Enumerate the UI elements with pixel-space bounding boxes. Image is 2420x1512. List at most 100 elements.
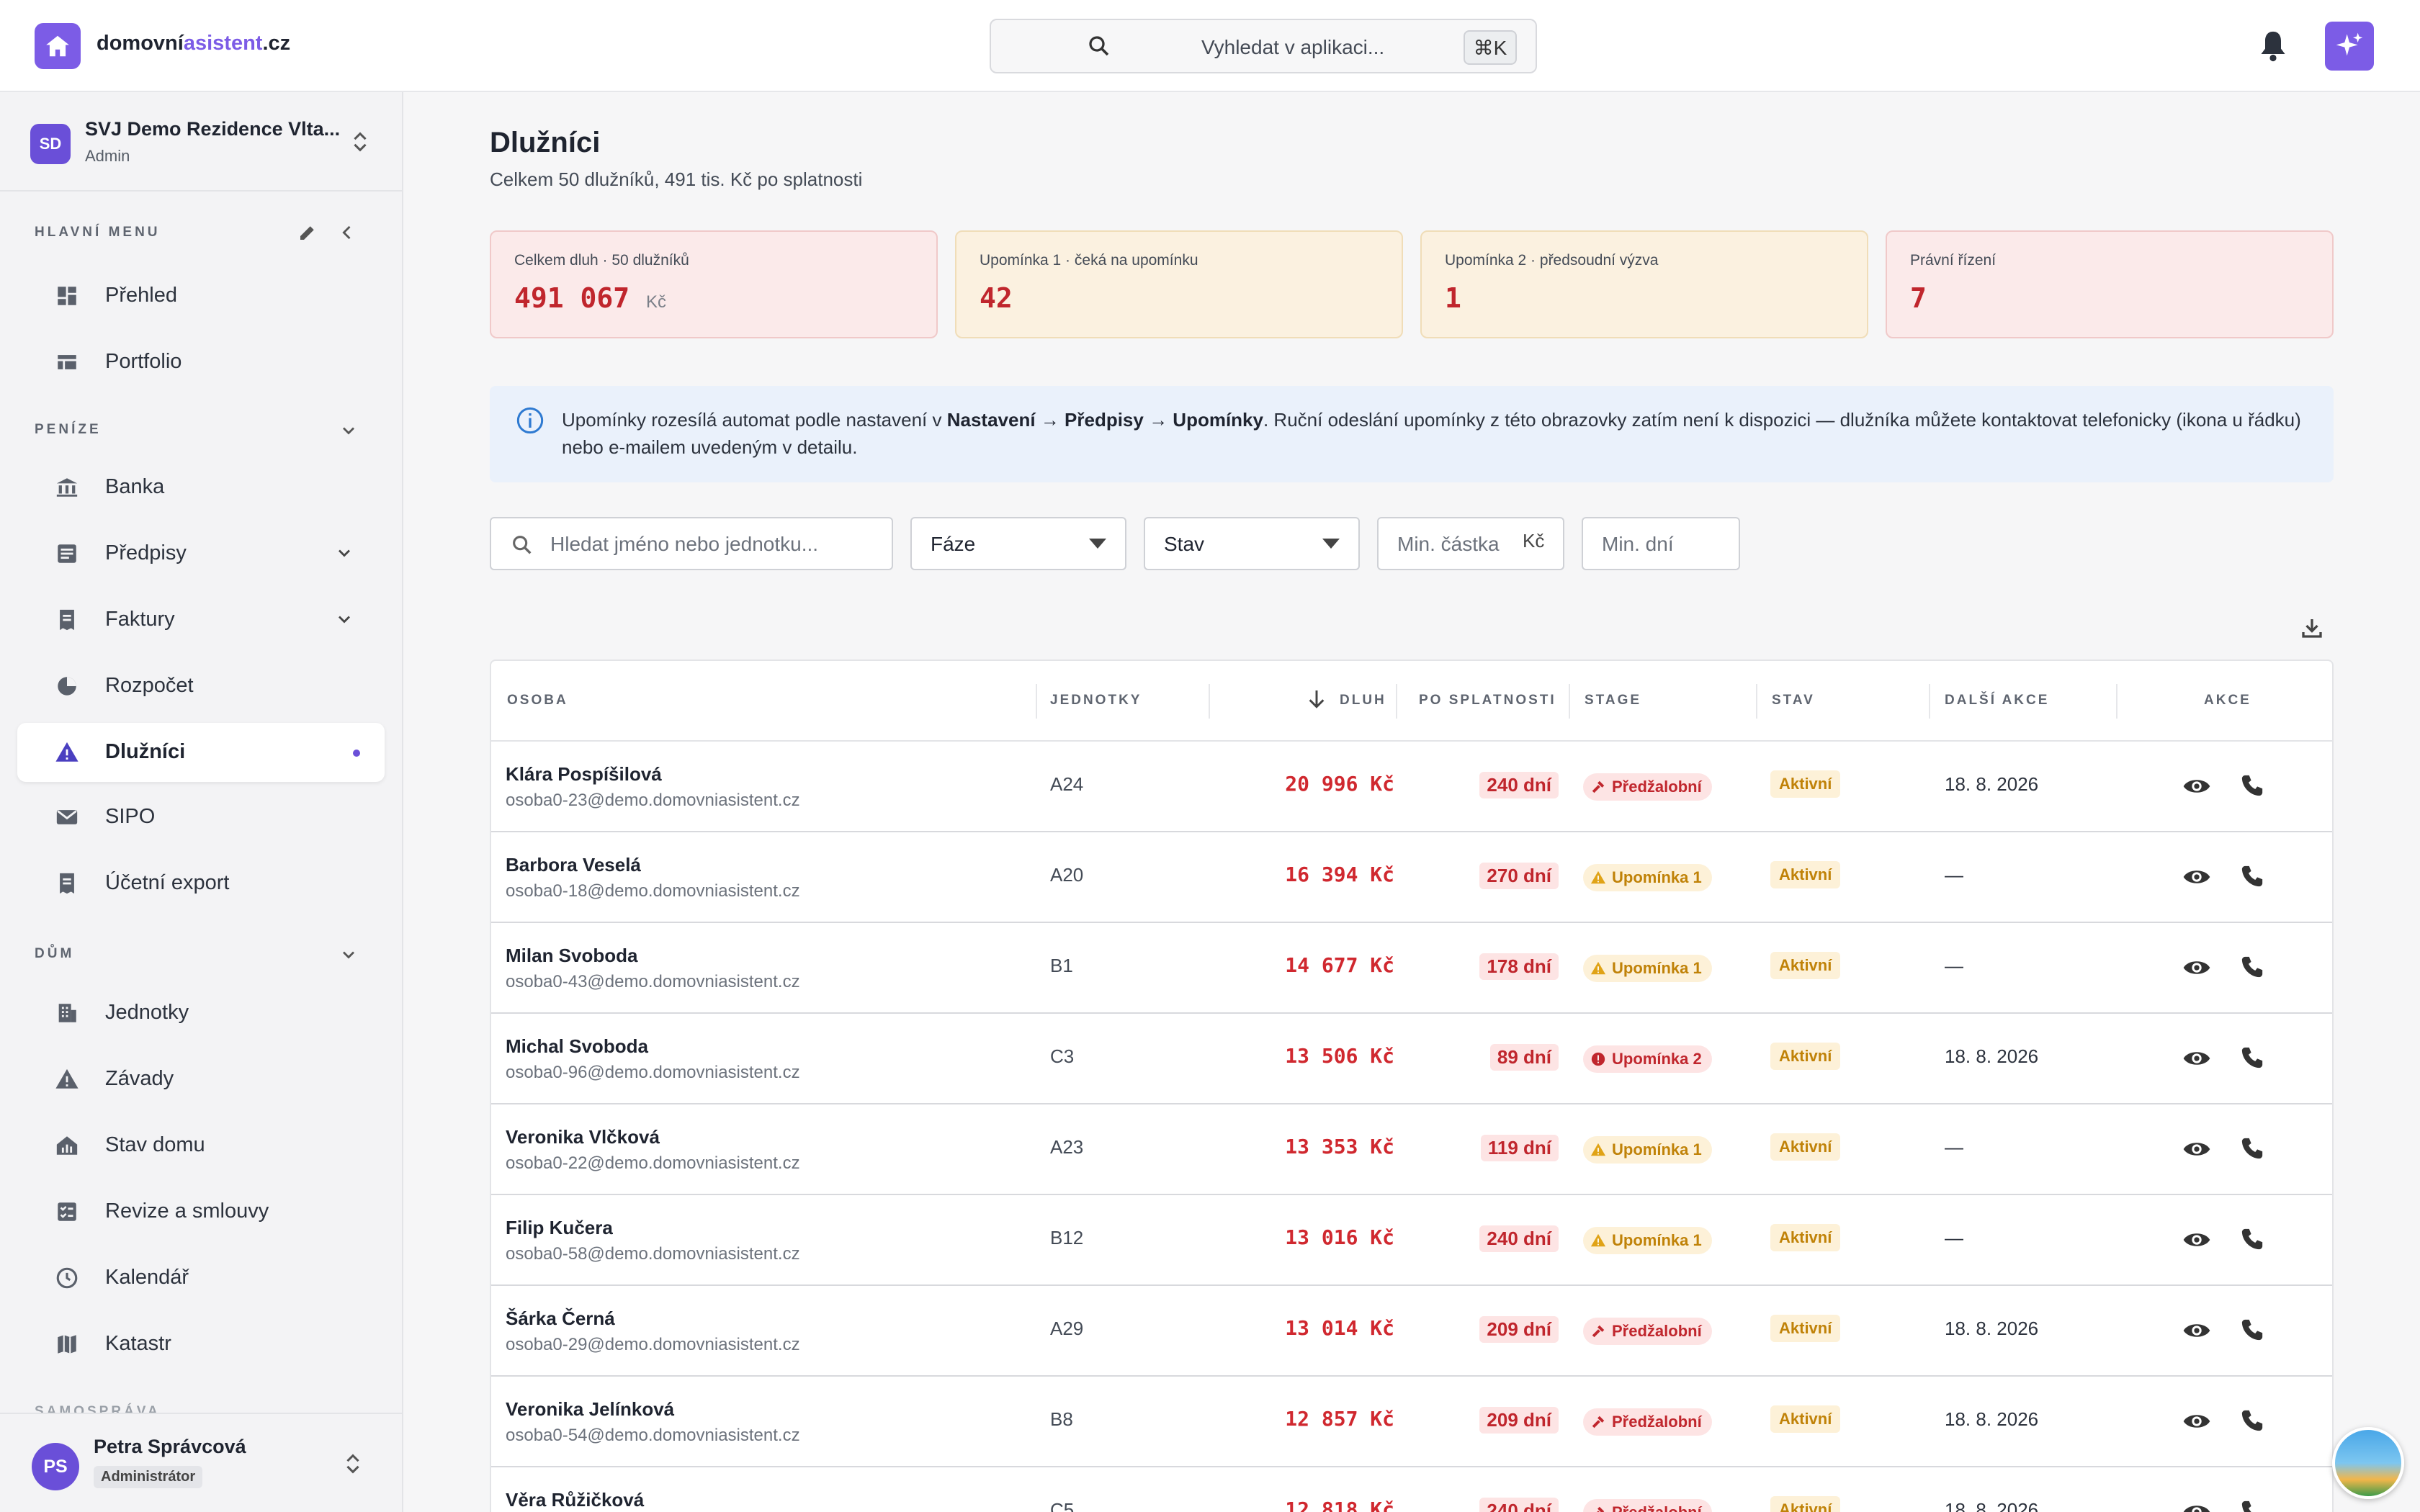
eye-icon[interactable]: [2182, 956, 2211, 979]
ai-assistant-button[interactable]: [2325, 22, 2374, 71]
sidebar-item-dluznici[interactable]: Dlužníci: [17, 723, 385, 782]
help-widget-button[interactable]: [2332, 1427, 2404, 1499]
chevron-left-icon[interactable]: [337, 222, 357, 243]
debtor-email: osoba0-43@demo.domovniasistent.cz: [506, 972, 800, 991]
brand-name[interactable]: domovníasistent.cz: [97, 32, 290, 55]
phone-icon[interactable]: [2240, 1318, 2264, 1342]
phase-select[interactable]: Fáze: [910, 517, 1126, 570]
bell-icon[interactable]: [2257, 29, 2289, 63]
sidebar-item-ucetni-export[interactable]: Účetní export: [17, 854, 385, 913]
table-row[interactable]: Milan Svoboda osoba0-43@demo.domovniasist…: [491, 923, 2332, 1014]
sidebar-item-revize[interactable]: Revize a smlouvy: [17, 1182, 385, 1241]
debtor-name[interactable]: Milan Svoboda: [506, 945, 637, 967]
debtors-table: OSOBA JEDNOTKY DLUH PO SPLATNOSTI STAGE …: [490, 660, 2334, 1512]
phone-icon[interactable]: [2240, 1227, 2264, 1251]
eye-icon[interactable]: [2182, 865, 2211, 888]
table-row[interactable]: Barbora Veselá osoba0-18@demo.domovniasis…: [491, 832, 2332, 923]
sidebar-item-zavady[interactable]: Závady: [17, 1050, 385, 1109]
min-amount-input[interactable]: Min. částka Kč: [1377, 517, 1564, 570]
state-select[interactable]: Stav: [1144, 517, 1360, 570]
phone-icon[interactable]: [2240, 1136, 2264, 1161]
debt-amount: 13 016 Kč: [1285, 1225, 1394, 1249]
chevron-down-icon[interactable]: [339, 945, 359, 965]
column-header-debt[interactable]: DLUH: [1340, 693, 1386, 708]
dashboard-icon: [58, 287, 76, 305]
sidebar-item-katastr[interactable]: Katastr: [17, 1315, 385, 1374]
phone-icon[interactable]: [2240, 1499, 2264, 1512]
debtor-unit: B12: [1050, 1227, 1084, 1248]
min-days-input[interactable]: Min. dní: [1582, 517, 1740, 570]
sidebar-item-predpisy[interactable]: Předpisy: [17, 524, 385, 583]
debtor-name[interactable]: Veronika Jelínková: [506, 1398, 674, 1421]
eye-icon[interactable]: [2182, 775, 2211, 798]
section-house: DŮM: [35, 946, 75, 961]
sidebar-item-banka[interactable]: Banka: [17, 458, 385, 517]
sidebar-item-prehled[interactable]: Přehled: [17, 266, 385, 325]
section-money: PENÍZE: [35, 422, 102, 437]
top-bar: domovníasistent.cz Vyhledat v aplikaci..…: [0, 0, 2420, 92]
table-row[interactable]: Klára Pospíšilová osoba0-23@demo.domovnia…: [491, 742, 2332, 832]
column-header-person[interactable]: OSOBA: [507, 693, 568, 708]
overdue-days-badge: 240 dní: [1479, 772, 1559, 798]
eye-icon[interactable]: [2182, 1047, 2211, 1070]
chevron-down-icon[interactable]: [339, 420, 359, 441]
table-row[interactable]: Šárka Černá osoba0-29@demo.domovniasisten…: [491, 1286, 2332, 1377]
sidebar-item-label: Faktury: [105, 608, 175, 631]
status-badge: Aktivní: [1770, 1405, 1841, 1433]
debtor-name[interactable]: Veronika Vlčková: [506, 1126, 660, 1148]
arrow-down-sort-icon[interactable]: [1305, 687, 1328, 711]
debtor-name[interactable]: Michal Svoboda: [506, 1035, 648, 1058]
debtor-email: osoba0-58@demo.domovniasistent.cz: [506, 1244, 800, 1264]
phone-icon[interactable]: [2240, 773, 2264, 798]
debtor-name[interactable]: Věra Růžičková: [506, 1489, 644, 1511]
eye-icon[interactable]: [2182, 1319, 2211, 1342]
status-badge: Aktivní: [1770, 1133, 1841, 1161]
warning-icon: [1590, 870, 1606, 884]
table-row[interactable]: Veronika Jelínková osoba0-54@demo.domovni…: [491, 1377, 2332, 1467]
eye-icon[interactable]: [2182, 1228, 2211, 1251]
sidebar-item-kalendar[interactable]: Kalendář: [17, 1248, 385, 1308]
debt-amount: 14 677 Kč: [1285, 953, 1394, 977]
column-header-next-action[interactable]: DALŠÍ AKCE: [1945, 693, 2049, 708]
table-row[interactable]: Věra Růžičková C5 12 818 Kč 240 dní Předžalo…: [491, 1467, 2332, 1512]
column-header-units[interactable]: JEDNOTKY: [1050, 693, 1142, 708]
table-row[interactable]: Filip Kučera osoba0-58@demo.domovniasiste…: [491, 1195, 2332, 1286]
column-header-state[interactable]: STAV: [1772, 693, 1815, 708]
debt-amount: 13 353 Kč: [1285, 1135, 1394, 1158]
stat-card-total-debt[interactable]: Celkem dluh · 50 dlužníků 491 067 Kč: [490, 230, 938, 338]
stat-card-reminder-2[interactable]: Upomínka 2 · předsoudní výzva 1: [1420, 230, 1868, 338]
gavel-icon: [1597, 1506, 1605, 1512]
debt-amount: 13 014 Kč: [1285, 1316, 1394, 1340]
table-row[interactable]: Michal Svoboda osoba0-96@demo.domovniasis…: [491, 1014, 2332, 1104]
pencil-icon[interactable]: [297, 222, 318, 243]
table-row[interactable]: Veronika Vlčková osoba0-22@demo.domovnias…: [491, 1104, 2332, 1195]
home-logo-icon[interactable]: [35, 23, 81, 69]
sidebar-item-stav-domu[interactable]: Stav domu: [17, 1116, 385, 1175]
phone-icon[interactable]: [2240, 1408, 2264, 1433]
sidebar-item-faktury[interactable]: Faktury: [17, 590, 385, 649]
phone-icon[interactable]: [2240, 955, 2264, 979]
debtor-name[interactable]: Klára Pospíšilová: [506, 763, 662, 786]
sidebar-item-sipo[interactable]: SIPO: [17, 788, 385, 847]
phone-icon[interactable]: [2240, 1045, 2264, 1070]
sidebar-item-portfolio[interactable]: Portfolio: [17, 333, 385, 392]
stat-card-legal[interactable]: Právní řízení 7: [1886, 230, 2334, 338]
debtor-name[interactable]: Šárka Černá: [506, 1308, 615, 1330]
eye-icon[interactable]: [2182, 1500, 2211, 1512]
gavel-icon: [1592, 1325, 1605, 1338]
download-icon[interactable]: [2299, 615, 2325, 641]
debtor-name[interactable]: Barbora Veselá: [506, 854, 641, 876]
debtor-name[interactable]: Filip Kučera: [506, 1217, 613, 1239]
sidebar-item-rozpocet[interactable]: Rozpočet: [17, 657, 385, 716]
eye-icon[interactable]: [2182, 1138, 2211, 1161]
debtor-search-input[interactable]: Hledat jméno nebo jednotku...: [490, 517, 893, 570]
column-header-stage[interactable]: STAGE: [1585, 693, 1641, 708]
sidebar-item-jednotky[interactable]: Jednotky: [17, 984, 385, 1043]
column-header-overdue[interactable]: PO SPLATNOSTI: [1419, 693, 1556, 708]
phone-icon[interactable]: [2240, 864, 2264, 888]
eye-icon[interactable]: [2182, 1410, 2211, 1433]
app-search[interactable]: Vyhledat v aplikaci... ⌘K: [990, 19, 1537, 73]
org-switcher[interactable]: SD SVJ Demo Rezidence Vlta... Admin: [0, 92, 402, 192]
stat-card-reminder-1[interactable]: Upomínka 1 · čeká na upomínku 42: [955, 230, 1403, 338]
user-menu[interactable]: PS Petra Správcová Administrátor: [0, 1413, 402, 1512]
